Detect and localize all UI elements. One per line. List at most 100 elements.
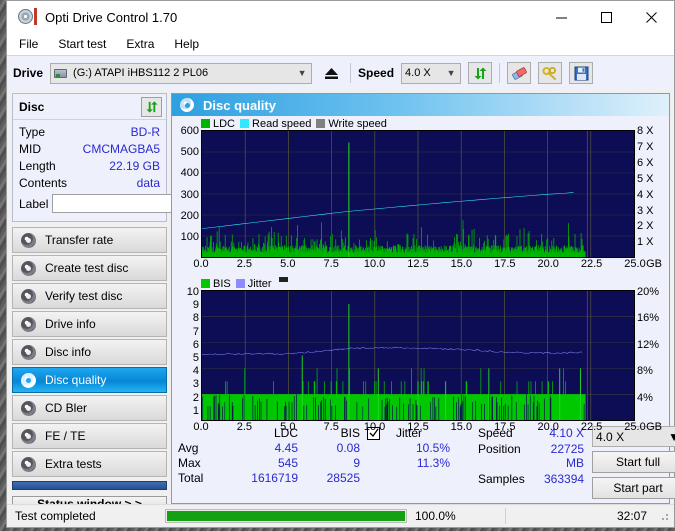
x-tick: 12.5 [407,421,429,433]
sidebar-item-label: Extra tests [45,457,102,471]
speed-label: Speed [358,66,395,80]
y2-tick: 3 X [637,204,654,217]
sidebar-item-transfer-rate[interactable]: Transfer rate [12,227,167,253]
main-panel: Disc quality LDC Read speed Write speed … [171,90,675,504]
x-tick: 15.0 [450,258,473,270]
x-tick: 17.5 [494,258,516,270]
disc-icon [21,288,36,304]
y-tick: 6 [192,338,199,351]
x-tick: 22.5 [580,258,603,270]
y-tick: 300 [180,188,199,201]
y2-tick: 8% [637,365,653,378]
refresh-button[interactable] [468,62,493,84]
maximize-icon[interactable] [584,1,629,33]
x-tick: 20.0 [537,258,559,270]
disc-row-value: CMCMAGBA5 [82,141,160,156]
y-tick: 1 [192,404,199,417]
tools-button[interactable] [538,62,563,84]
sidebar-item-disc-quality[interactable]: Disc quality [12,367,167,393]
application-window: Opti Drive Control 1.70 File Start test … [6,0,675,528]
disc-properties: Type BD-R MID CMCMAGBA5 Length 22.19 GB … [13,120,257,221]
y2-tick: 7 X [637,140,654,153]
sidebar-item-fe-te[interactable]: FE / TE [12,423,167,449]
sidebar-item-drive-info[interactable]: Drive info [12,311,167,337]
legend-write-speed: Write speed [316,118,387,130]
y-tick: 100 [180,231,199,243]
progress-fill [167,511,405,521]
x-unit: GB [646,421,662,433]
y-tick: 500 [180,146,199,159]
chart-ldc-y-axis: 600 500 400 300 200 100 [172,125,201,258]
disc-quality-panel: Disc quality LDC Read speed Write speed … [171,93,675,504]
x-tick: 25.0 [624,421,646,433]
sidebar-item-label: Disc info [45,345,92,359]
close-icon[interactable] [629,1,674,33]
y2-tick: 20% [637,286,660,298]
x-tick: 25.0 [624,258,646,270]
menu-item-help[interactable]: Help [174,37,199,51]
x-tick: 20.0 [537,421,559,433]
disc-label-row: Label [19,191,257,216]
stats-avg-bis: 0.08 [336,441,360,455]
y2-tick: 1 X [637,236,654,249]
y2-tick: 12% [637,338,660,351]
chart-ldc-svg [202,131,634,257]
speed-select[interactable]: 4.0 X ▼ [401,62,462,84]
x-tick: 0.0 [193,421,209,433]
sidebar-item-verify-test-disc[interactable]: Verify test disc [12,283,167,309]
eject-button[interactable] [319,62,343,84]
y-tick: 5 [192,352,199,364]
y-tick: 4 [192,365,199,378]
y2-tick: 5 X [637,172,654,185]
x-tick: 10.0 [363,258,386,270]
menu-item-start-test[interactable]: Start test [58,37,106,51]
disc-refresh-button[interactable] [141,96,162,117]
minimize-icon[interactable] [539,1,584,33]
x-tick: 5.0 [280,258,296,270]
stats-avg-ldc: 4.45 [274,441,298,455]
disc-icon [21,372,36,388]
x-tick: 17.5 [494,421,516,433]
progress-percent: 100.0% [415,509,456,523]
info-key-position: Position [478,442,521,456]
menu-item-file[interactable]: File [19,37,38,51]
menu-item-extra[interactable]: Extra [126,37,154,51]
save-button[interactable] [569,62,594,84]
chevron-down-icon: ▼ [446,68,456,78]
erase-button[interactable] [507,62,532,84]
title-bar: Opti Drive Control 1.70 [7,1,674,33]
disc-icon [21,400,36,416]
resize-grip-icon[interactable] [657,509,671,523]
sidebar-item-cd-bler[interactable]: CD Bler [12,395,167,421]
sidebar-item-create-test-disc[interactable]: Create test disc [12,255,167,281]
stats-row-label: Avg [178,441,199,455]
legend-bis: BIS [201,278,231,290]
y2-tick: 4% [637,391,653,404]
disc-row-value: 22.19 GB [109,158,160,173]
drive-select-value: (G:) ATAPI iHBS112 2 PL06 [73,67,209,79]
start-part-button[interactable]: Start part [592,477,675,499]
disc-row-key: Type [19,124,46,139]
info-value-position: 22725 MB [550,442,585,470]
disc-icon [21,232,36,248]
chart-bis-y-axis: 10 9 8 7 6 5 4 3 2 1 [172,286,201,421]
sidebar-item-disc-info[interactable]: Disc info [12,339,167,365]
disc-label-key: Label [19,196,49,211]
legend-swatch-read-speed [240,119,250,128]
disc-icon [21,316,36,332]
stats-total-ldc: 1616719 [251,471,298,485]
disc-icon [21,456,36,472]
status-message: Test completed [15,509,96,523]
drive-select[interactable]: (G:) ATAPI iHBS112 2 PL06 ▼ [50,62,313,84]
chart-bis-y2-axis: 20% 16% 12% 8% 4% [635,286,669,421]
chart-bis-svg [202,291,634,420]
panel-header: Disc quality [172,94,669,116]
chevron-down-icon: ▼ [297,68,307,78]
legend-swatch-ldc [201,119,210,128]
drive-label: Drive [13,66,44,80]
sidebar-item-label: Verify test disc [45,289,123,303]
sidebar-item-extra-tests[interactable]: Extra tests [12,451,167,477]
start-full-button[interactable]: Start full [592,451,675,473]
info-key-samples: Samples [478,472,525,486]
x-tick: 12.5 [407,258,429,270]
